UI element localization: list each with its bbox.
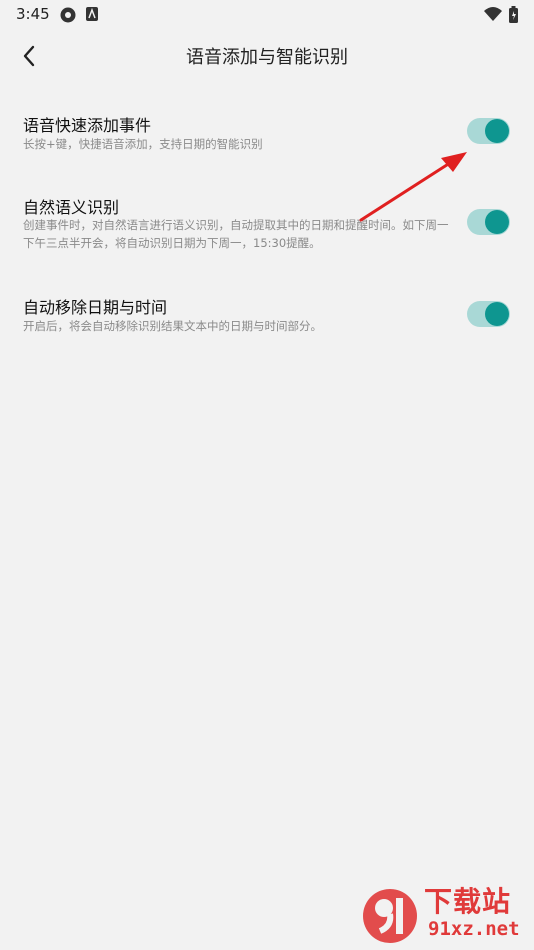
- watermark-text: 下载站: [424, 885, 512, 918]
- sync-icon: [60, 7, 76, 23]
- page-title: 语音添加与智能识别: [186, 47, 348, 68]
- toggle-knob: [485, 210, 509, 234]
- auto-remove-datetime-toggle[interactable]: [467, 301, 510, 327]
- wifi-icon: [484, 7, 502, 21]
- toggle-knob: [485, 119, 509, 143]
- app-bar: 语音添加与智能识别: [0, 30, 534, 82]
- setting-natural-language: 自然语义识别 创建事件时，对自然语言进行语义识别，自动提取其中的日期和提醒时间。…: [0, 172, 534, 272]
- watermark-url: 91xz.net: [428, 918, 520, 940]
- setting-description: 创建事件时，对自然语言进行语义识别，自动提取其中的日期和提醒时间。如下周一下午三…: [23, 218, 449, 250]
- natural-language-toggle[interactable]: [467, 209, 510, 235]
- setting-auto-remove-datetime: 自动移除日期与时间 开启后，将会自动移除识别结果文本中的日期与时间部分。: [0, 272, 534, 352]
- voice-quick-add-toggle[interactable]: [467, 118, 510, 144]
- status-bar: 3:45: [0, 0, 534, 30]
- setting-description: 开启后，将会自动移除识别结果文本中的日期与时间部分。: [23, 319, 322, 333]
- setting-title: 自动移除日期与时间: [23, 298, 168, 317]
- watermark-logo-icon: [363, 889, 417, 943]
- setting-title: 语音快速添加事件: [23, 116, 152, 135]
- setting-voice-quick-add: 语音快速添加事件 长按+键，快捷语音添加，支持日期的智能识别: [0, 82, 534, 172]
- battery-icon: [509, 6, 518, 23]
- toggle-knob: [485, 302, 509, 326]
- status-time: 3:45: [16, 5, 50, 23]
- keyboard-app-icon: [86, 7, 98, 21]
- setting-description: 长按+键，快捷语音添加，支持日期的智能识别: [23, 137, 263, 151]
- watermark: 下载站 91xz.net: [360, 880, 534, 950]
- setting-title: 自然语义识别: [23, 198, 120, 217]
